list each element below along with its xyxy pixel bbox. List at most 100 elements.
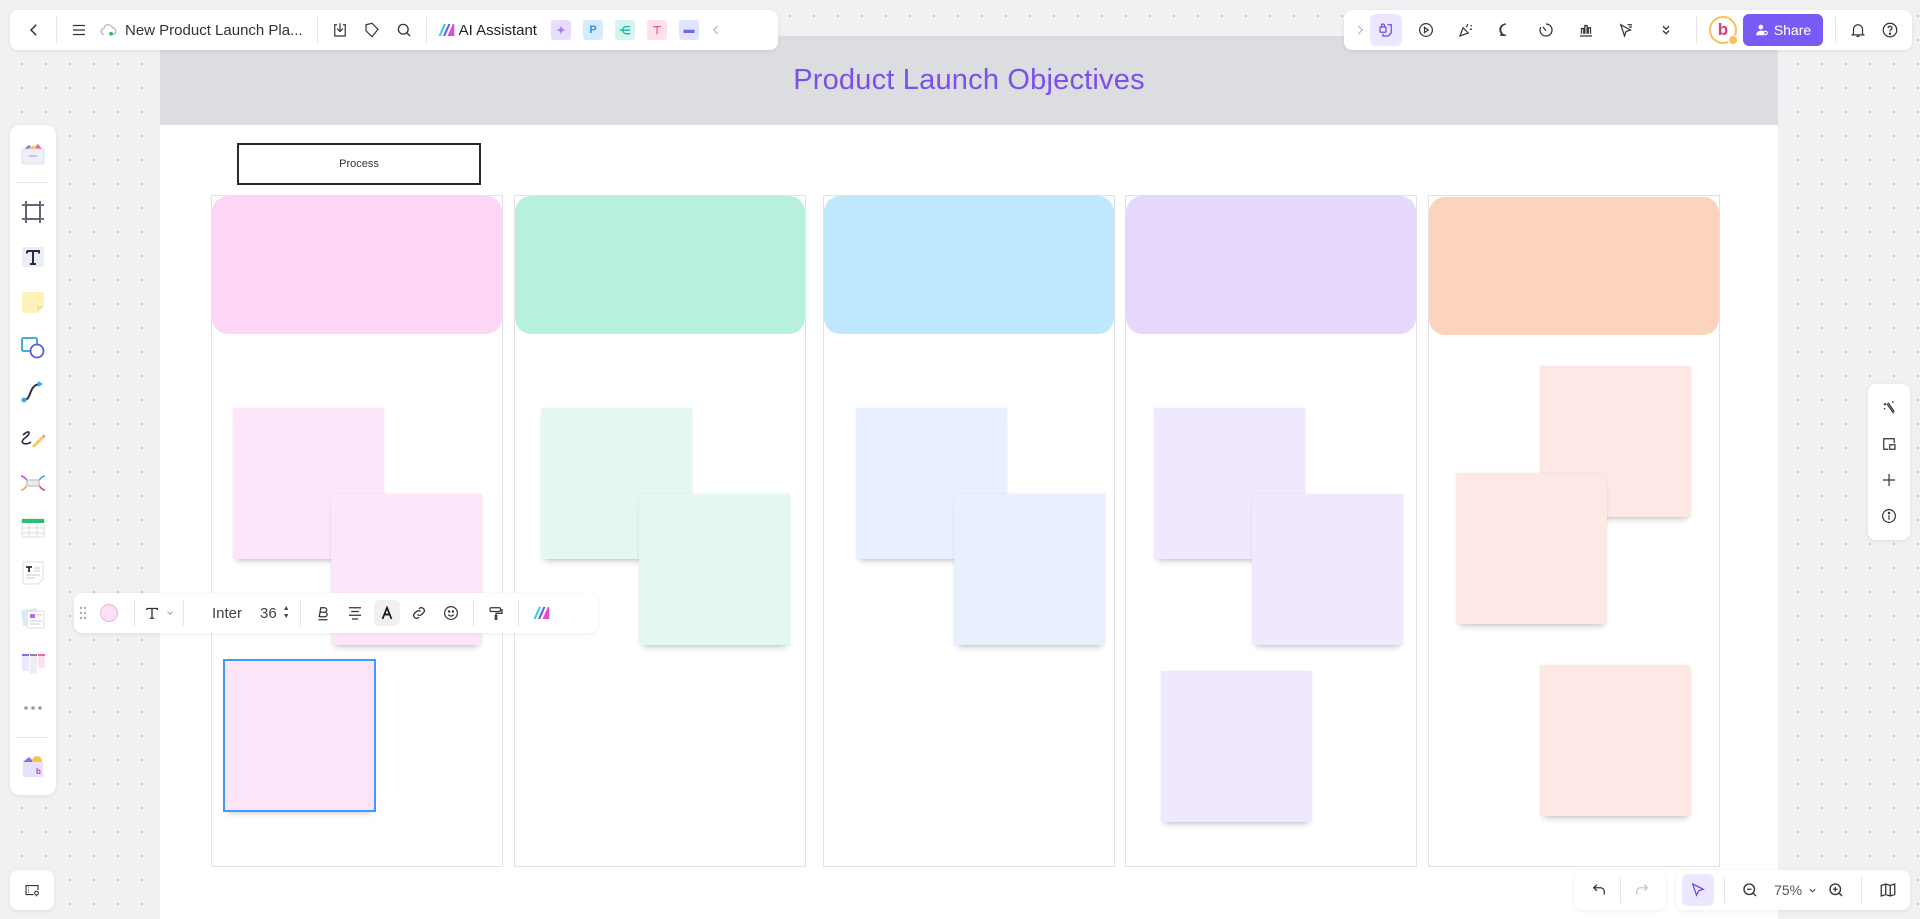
download-icon [333,23,346,37]
table-tool[interactable] [15,510,51,545]
sticky-lock-button[interactable] [1370,14,1402,46]
zoom-in-button[interactable] [1820,874,1852,906]
frame-tool[interactable] [15,194,51,229]
cursor-icon [1691,882,1705,897]
lane-header-2[interactable] [515,196,805,334]
zoom-dropdown[interactable] [1804,874,1820,906]
zoom-out-button[interactable] [1735,874,1767,906]
fill-color-picker[interactable] [100,604,118,622]
templates-tool[interactable] [15,136,51,171]
connector-tool[interactable] [15,375,51,410]
tag-icon [365,22,379,38]
text-style-dropdown[interactable] [163,597,177,629]
presentation-app-icon: P [589,24,597,36]
sticky-note[interactable] [1456,473,1607,624]
sticky-note[interactable] [1161,671,1312,822]
bold-button[interactable] [307,597,339,629]
text-icon [22,246,44,267]
cloud-sync-status[interactable] [95,14,121,46]
divider [56,17,57,43]
more-tools-button[interactable] [1650,14,1682,46]
align-button[interactable] [339,597,371,629]
font-size-stepper[interactable]: ▲ ▼ [283,605,290,621]
card-tool[interactable] [15,600,51,635]
chevron-down-icon [167,611,173,615]
back-button[interactable] [18,14,50,46]
zoom-level[interactable]: 75% [1774,882,1802,898]
timer-button[interactable] [1530,14,1562,46]
collapse-apps-button[interactable] [705,14,727,46]
add-button[interactable] [1873,464,1905,496]
board-title[interactable]: Product Launch Objectives [793,64,1145,97]
emoji-button[interactable] [435,597,467,629]
map-view-button[interactable] [1872,874,1904,906]
document-title[interactable]: New Product Launch Pla... [125,22,303,39]
sticky-note[interactable] [1252,494,1403,645]
chat-app-button[interactable]: ▬ [678,20,699,40]
select-tool-button[interactable] [1682,874,1714,906]
board-info-button[interactable] [16,874,48,906]
vote-button[interactable] [1570,14,1602,46]
ai-assistant-button[interactable]: AI Assistant [437,22,537,39]
ai-assist-button[interactable] [525,597,557,629]
text-color-button[interactable] [373,600,400,626]
follow-cursor-button[interactable] [1610,14,1642,46]
mindmap-icon [20,474,46,491]
bottom-left-toolbar [10,870,54,910]
text-tool[interactable] [15,239,51,274]
presentation-app-button[interactable]: P [582,20,603,40]
image-app-button[interactable]: ✦ [550,20,571,40]
process-label-box[interactable]: Process [237,143,481,185]
lane-header-1[interactable] [212,196,502,334]
share-button[interactable]: Share [1743,14,1823,46]
kanban-tool[interactable] [15,646,51,681]
caret-up-icon[interactable]: ▲ [283,605,290,613]
celebrate-button[interactable] [1450,14,1482,46]
minimap-toggle-button[interactable] [1873,428,1905,460]
help-button[interactable] [1874,14,1906,46]
search-button[interactable] [388,14,420,46]
mindmap-app-button[interactable]: ⋲ [614,20,635,40]
present-button[interactable] [1410,14,1442,46]
export-button[interactable] [324,14,356,46]
magic-wand-button[interactable] [1873,392,1905,424]
tag-button[interactable] [356,14,388,46]
ai-logo-icon [438,24,454,36]
comment-button[interactable] [1490,14,1522,46]
more-tools-button[interactable] [15,691,51,726]
mindmap-tool[interactable] [15,465,51,500]
app-store-tool[interactable]: b [15,749,51,784]
lane-header-3[interactable] [824,196,1114,334]
info-button[interactable] [1873,500,1905,532]
pen-tool[interactable] [15,420,51,455]
text-style-button[interactable] [141,597,163,629]
sticky-note[interactable] [639,494,790,645]
user-avatar[interactable]: b [1709,16,1738,45]
link-button[interactable] [403,597,435,629]
sticky-note-tool[interactable] [15,284,51,319]
shape-tool[interactable] [15,330,51,365]
font-family-select[interactable]: Inter [212,605,242,622]
notifications-button[interactable] [1842,14,1874,46]
undo-icon [1592,884,1605,895]
top-right-toolbar: b Share [1344,10,1912,50]
redo-button[interactable] [1626,874,1658,906]
document-tool[interactable] [15,555,51,590]
lane-header-4[interactable] [1126,196,1416,334]
templates-icon [21,143,45,165]
expand-toolbar-button[interactable] [1350,14,1370,46]
font-size-input[interactable]: 36 [260,605,277,622]
right-side-toolbar [1868,384,1910,540]
sticky-note[interactable] [954,494,1105,645]
drag-handle[interactable] [76,593,90,633]
lane-header-5[interactable] [1429,197,1719,335]
menu-button[interactable] [63,14,95,46]
divider [472,600,474,626]
format-painter-button[interactable] [480,597,512,629]
timer-icon [1539,23,1553,37]
caret-down-icon[interactable]: ▼ [283,613,290,621]
flowchart-app-button[interactable]: ⊤ [646,20,667,40]
sticky-note-selected[interactable] [223,659,376,812]
undo-button[interactable] [1583,874,1615,906]
sticky-note[interactable] [1540,665,1691,816]
